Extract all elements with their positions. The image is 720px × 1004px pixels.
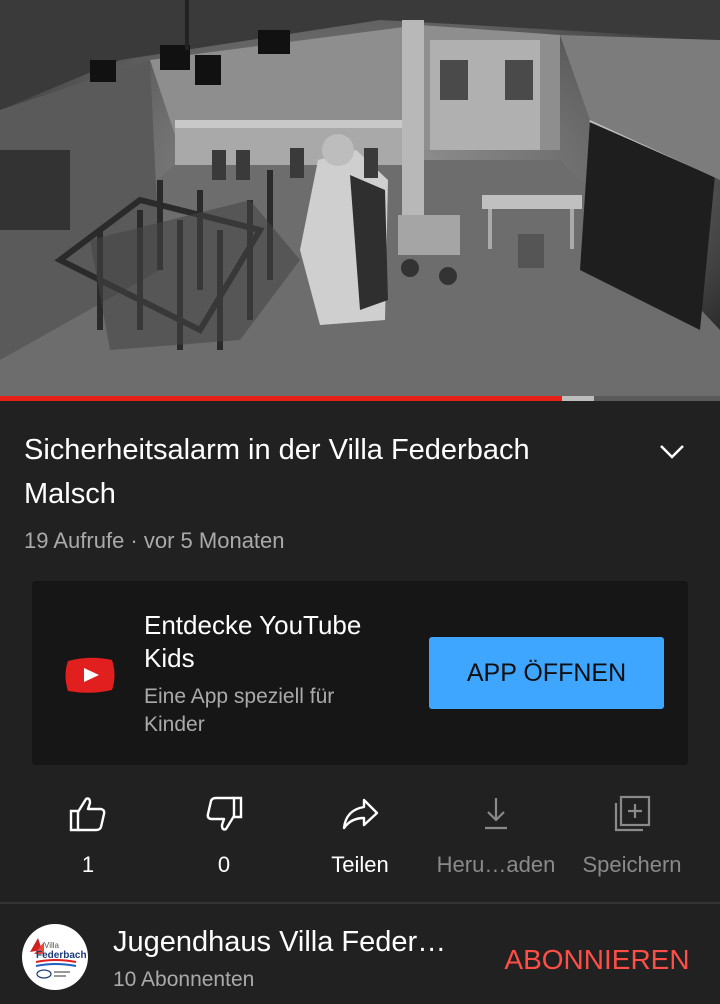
dislike-count: 0: [217, 852, 231, 877]
action-bar: 1 0 Teilen Heru…aden Speichern: [0, 790, 720, 890]
like-count: 1: [81, 852, 95, 877]
chevron-down-icon: [660, 445, 684, 459]
download-icon: [485, 798, 507, 830]
channel-name[interactable]: Jugendhaus Villa Feder…: [113, 926, 483, 959]
add-to-playlist-icon: [614, 795, 651, 832]
download-label: Heru…aden: [436, 852, 556, 877]
kids-promo-description: Eine App speziell für Kinder: [144, 685, 335, 736]
save-button[interactable]: Speichern: [564, 790, 700, 890]
video-progress-fill: [0, 396, 562, 401]
share-icon: [342, 798, 379, 830]
expand-description-button[interactable]: [652, 432, 692, 472]
subscribe-button[interactable]: ABONNIEREN: [494, 936, 700, 984]
video-meta: 19 Aufrufe · vor 5 Monaten: [24, 528, 285, 554]
channel-row[interactable]: Villa Federbach Jugendhaus Villa Feder… …: [0, 904, 720, 1004]
dislike-button[interactable]: 0: [156, 790, 292, 890]
video-progress-bar[interactable]: [0, 396, 720, 401]
upload-age: vor 5 Monaten: [143, 528, 285, 553]
save-label: Speichern: [582, 852, 682, 877]
channel-logo: Villa Federbach: [30, 938, 87, 979]
share-button[interactable]: Teilen: [292, 790, 428, 890]
thumbs-down-icon: [206, 796, 243, 831]
video-title[interactable]: Sicherheitsalarm in der Villa Federbach …: [24, 428, 624, 516]
svg-text:Villa: Villa: [44, 941, 60, 950]
video-player[interactable]: [0, 0, 720, 396]
youtube-kids-icon: [65, 657, 115, 693]
thumbs-up-icon: [69, 797, 106, 832]
channel-avatar[interactable]: Villa Federbach: [22, 924, 88, 990]
view-count: 19 Aufrufe: [24, 528, 125, 553]
meta-separator: ·: [124, 528, 144, 553]
video-frame: [0, 0, 720, 396]
like-button[interactable]: 1: [20, 790, 156, 890]
download-button[interactable]: Heru…aden: [428, 790, 564, 890]
subscriber-count: 10 Abonnenten: [113, 968, 255, 991]
youtube-kids-promo: Entdecke YouTube Kids Eine App speziell …: [32, 581, 688, 765]
kids-promo-title: Entdecke YouTube Kids: [144, 610, 362, 673]
open-app-button[interactable]: APP ÖFFNEN: [429, 637, 664, 709]
share-label: Teilen: [331, 852, 389, 877]
